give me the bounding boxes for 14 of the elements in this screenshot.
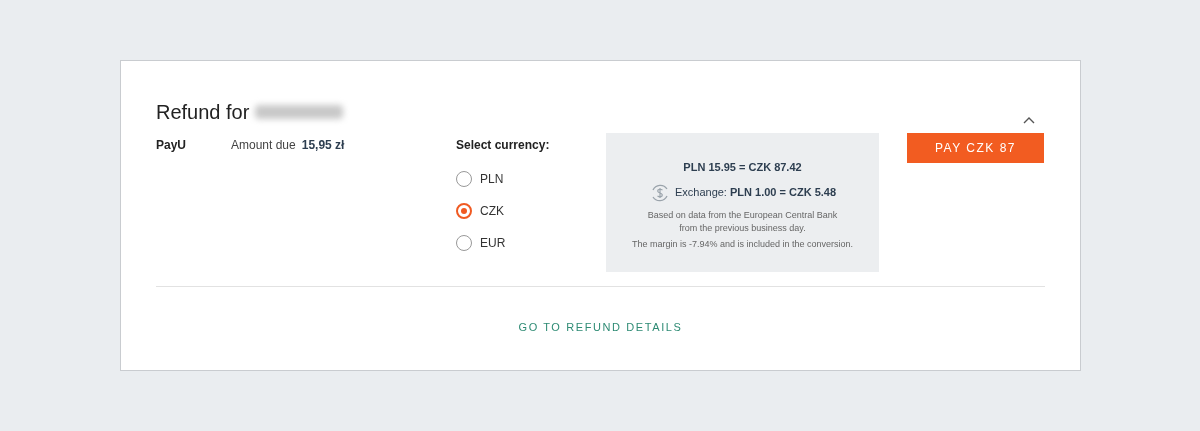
- currency-label: Select currency:: [456, 137, 551, 154]
- chevron-icon: [1023, 116, 1035, 124]
- currency-radio[interactable]: PLN: [456, 170, 606, 188]
- card-title: Refund for: [156, 100, 250, 125]
- conversion-result: PLN 15.95 = CZK 87.42: [683, 160, 802, 175]
- provider-label: PayU: [156, 137, 188, 154]
- currency-radio[interactable]: EUR: [456, 234, 606, 252]
- source-note: Based on data from the European Central Bank from the previous business day.: [646, 208, 839, 235]
- exchange-rate: Exchange: PLN 1.00 = CZK 5.48: [674, 185, 837, 201]
- amount-label: Amount due: [231, 137, 296, 154]
- amount-value: 15,95 zł: [301, 137, 345, 154]
- margin-note: The margin is -7.94% and is included in the conversion.: [631, 237, 854, 251]
- currency-radio[interactable]: CZK: [456, 202, 606, 220]
- refund-details-link[interactable]: GO TO REFUND DETAILS: [518, 319, 683, 336]
